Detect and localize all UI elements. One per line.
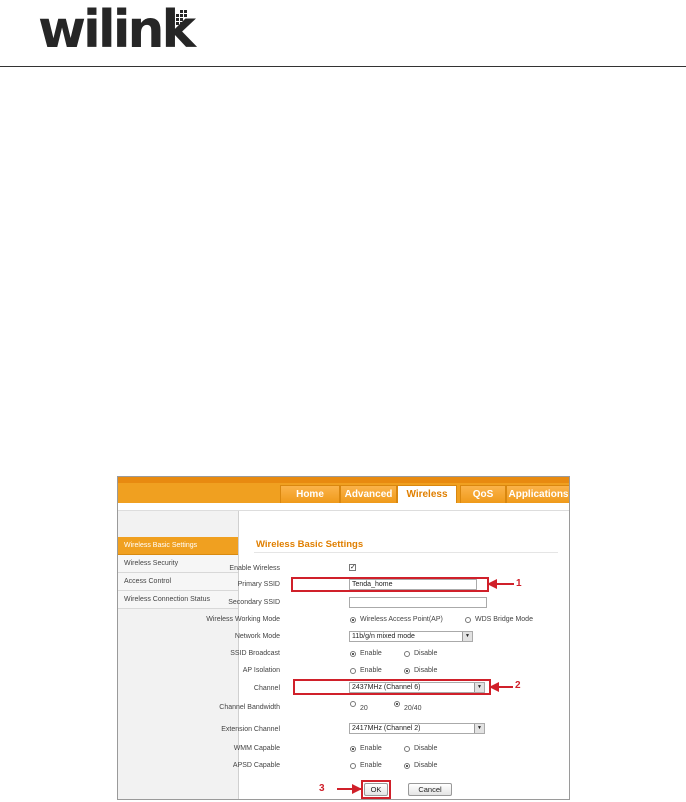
primary-ssid-label: Primary SSID [237, 581, 280, 588]
sidebar-item-wireless-basic-settings[interactable]: Wireless Basic Settings [118, 537, 238, 555]
bandwidth-20-label: 20 [360, 705, 368, 712]
tab-home[interactable]: Home [280, 485, 340, 503]
ap-isolation-label: AP Isolation [242, 667, 280, 674]
channel-bandwidth-label: Channel Bandwidth [219, 704, 280, 711]
tab-qos[interactable]: QoS [460, 485, 506, 503]
apsd-enable-label: Enable [360, 762, 382, 769]
ssid-broadcast-enable-label: Enable [360, 650, 382, 657]
title-divider [254, 552, 558, 553]
extension-channel-label: Extension Channel [221, 726, 280, 733]
cancel-button[interactable]: Cancel [408, 783, 452, 796]
arrow-right-icon [352, 784, 362, 794]
bandwidth-20-radio[interactable] [350, 701, 356, 707]
bandwidth-2040-label: 20/40 [404, 705, 422, 712]
page-title: Wireless Basic Settings [256, 539, 364, 550]
tab-applications[interactable]: Applications [506, 485, 569, 503]
enable-wireless-label: Enable Wireless [229, 565, 280, 572]
wmm-disable-radio[interactable] [404, 746, 410, 752]
secondary-ssid-label: Secondary SSID [228, 599, 280, 606]
wmm-enable-radio[interactable] [350, 746, 356, 752]
callout-box-primary-ssid [291, 577, 489, 592]
router-screenshot: Home Advanced Wireless QoS Applications … [117, 476, 570, 800]
apsd-disable-radio[interactable] [404, 763, 410, 769]
logo-dots-icon [172, 10, 187, 29]
enable-wireless-checkbox[interactable]: ✓ [349, 564, 356, 571]
ssid-broadcast-disable-radio[interactable] [404, 651, 410, 657]
arrow-left-icon [487, 579, 497, 589]
working-mode-ap-label: Wireless Access Point(AP) [360, 616, 443, 623]
header-divider [0, 66, 686, 67]
working-mode-wds-radio[interactable] [465, 617, 471, 623]
channel-label: Channel [253, 685, 280, 692]
wmm-capable-label: WMM Capable [233, 745, 280, 752]
working-mode-wds-label: WDS Bridge Mode [475, 616, 533, 623]
callout-box-ok [361, 780, 391, 799]
ap-isolation-enable-radio[interactable] [350, 668, 356, 674]
apsd-enable-radio[interactable] [350, 763, 356, 769]
ssid-broadcast-disable-label: Disable [414, 650, 438, 657]
secondary-ssid-input[interactable] [349, 597, 487, 608]
apsd-disable-label: Disable [414, 762, 438, 769]
arrow-left-icon [489, 682, 499, 692]
callout-box-channel [293, 679, 491, 695]
ssid-broadcast-label: SSID Broadcast [230, 650, 280, 657]
ap-isolation-disable-radio[interactable] [404, 668, 410, 674]
working-mode-label: Wireless Working Mode [206, 616, 280, 623]
ap-isolation-disable-label: Disable [414, 667, 438, 674]
tab-advanced[interactable]: Advanced [340, 485, 397, 503]
tab-wireless[interactable]: Wireless [397, 485, 457, 503]
callout-number-3: 3 [319, 783, 325, 794]
ssid-broadcast-enable-radio[interactable] [350, 651, 356, 657]
callout-number-1: 1 [516, 578, 522, 589]
wilink-logo: wilink [38, 2, 196, 62]
network-mode-value: 11b/g/n mixed mode [352, 633, 415, 640]
chevron-down-icon: ▼ [474, 724, 484, 733]
network-mode-select[interactable]: 11b/g/n mixed mode ▼ [349, 631, 473, 642]
chevron-down-icon: ▼ [462, 632, 472, 641]
wmm-disable-label: Disable [414, 745, 438, 752]
network-mode-label: Network Mode [234, 633, 280, 640]
callout-number-2: 2 [515, 680, 521, 691]
wmm-enable-label: Enable [360, 745, 382, 752]
ap-isolation-enable-label: Enable [360, 667, 382, 674]
extension-channel-value: 2417MHz (Channel 2) [352, 725, 421, 732]
extension-channel-select[interactable]: 2417MHz (Channel 2) ▼ [349, 723, 485, 734]
working-mode-ap-radio[interactable] [350, 617, 356, 623]
bandwidth-2040-radio[interactable] [394, 701, 400, 707]
apsd-capable-label: APSD Capable [232, 762, 280, 769]
